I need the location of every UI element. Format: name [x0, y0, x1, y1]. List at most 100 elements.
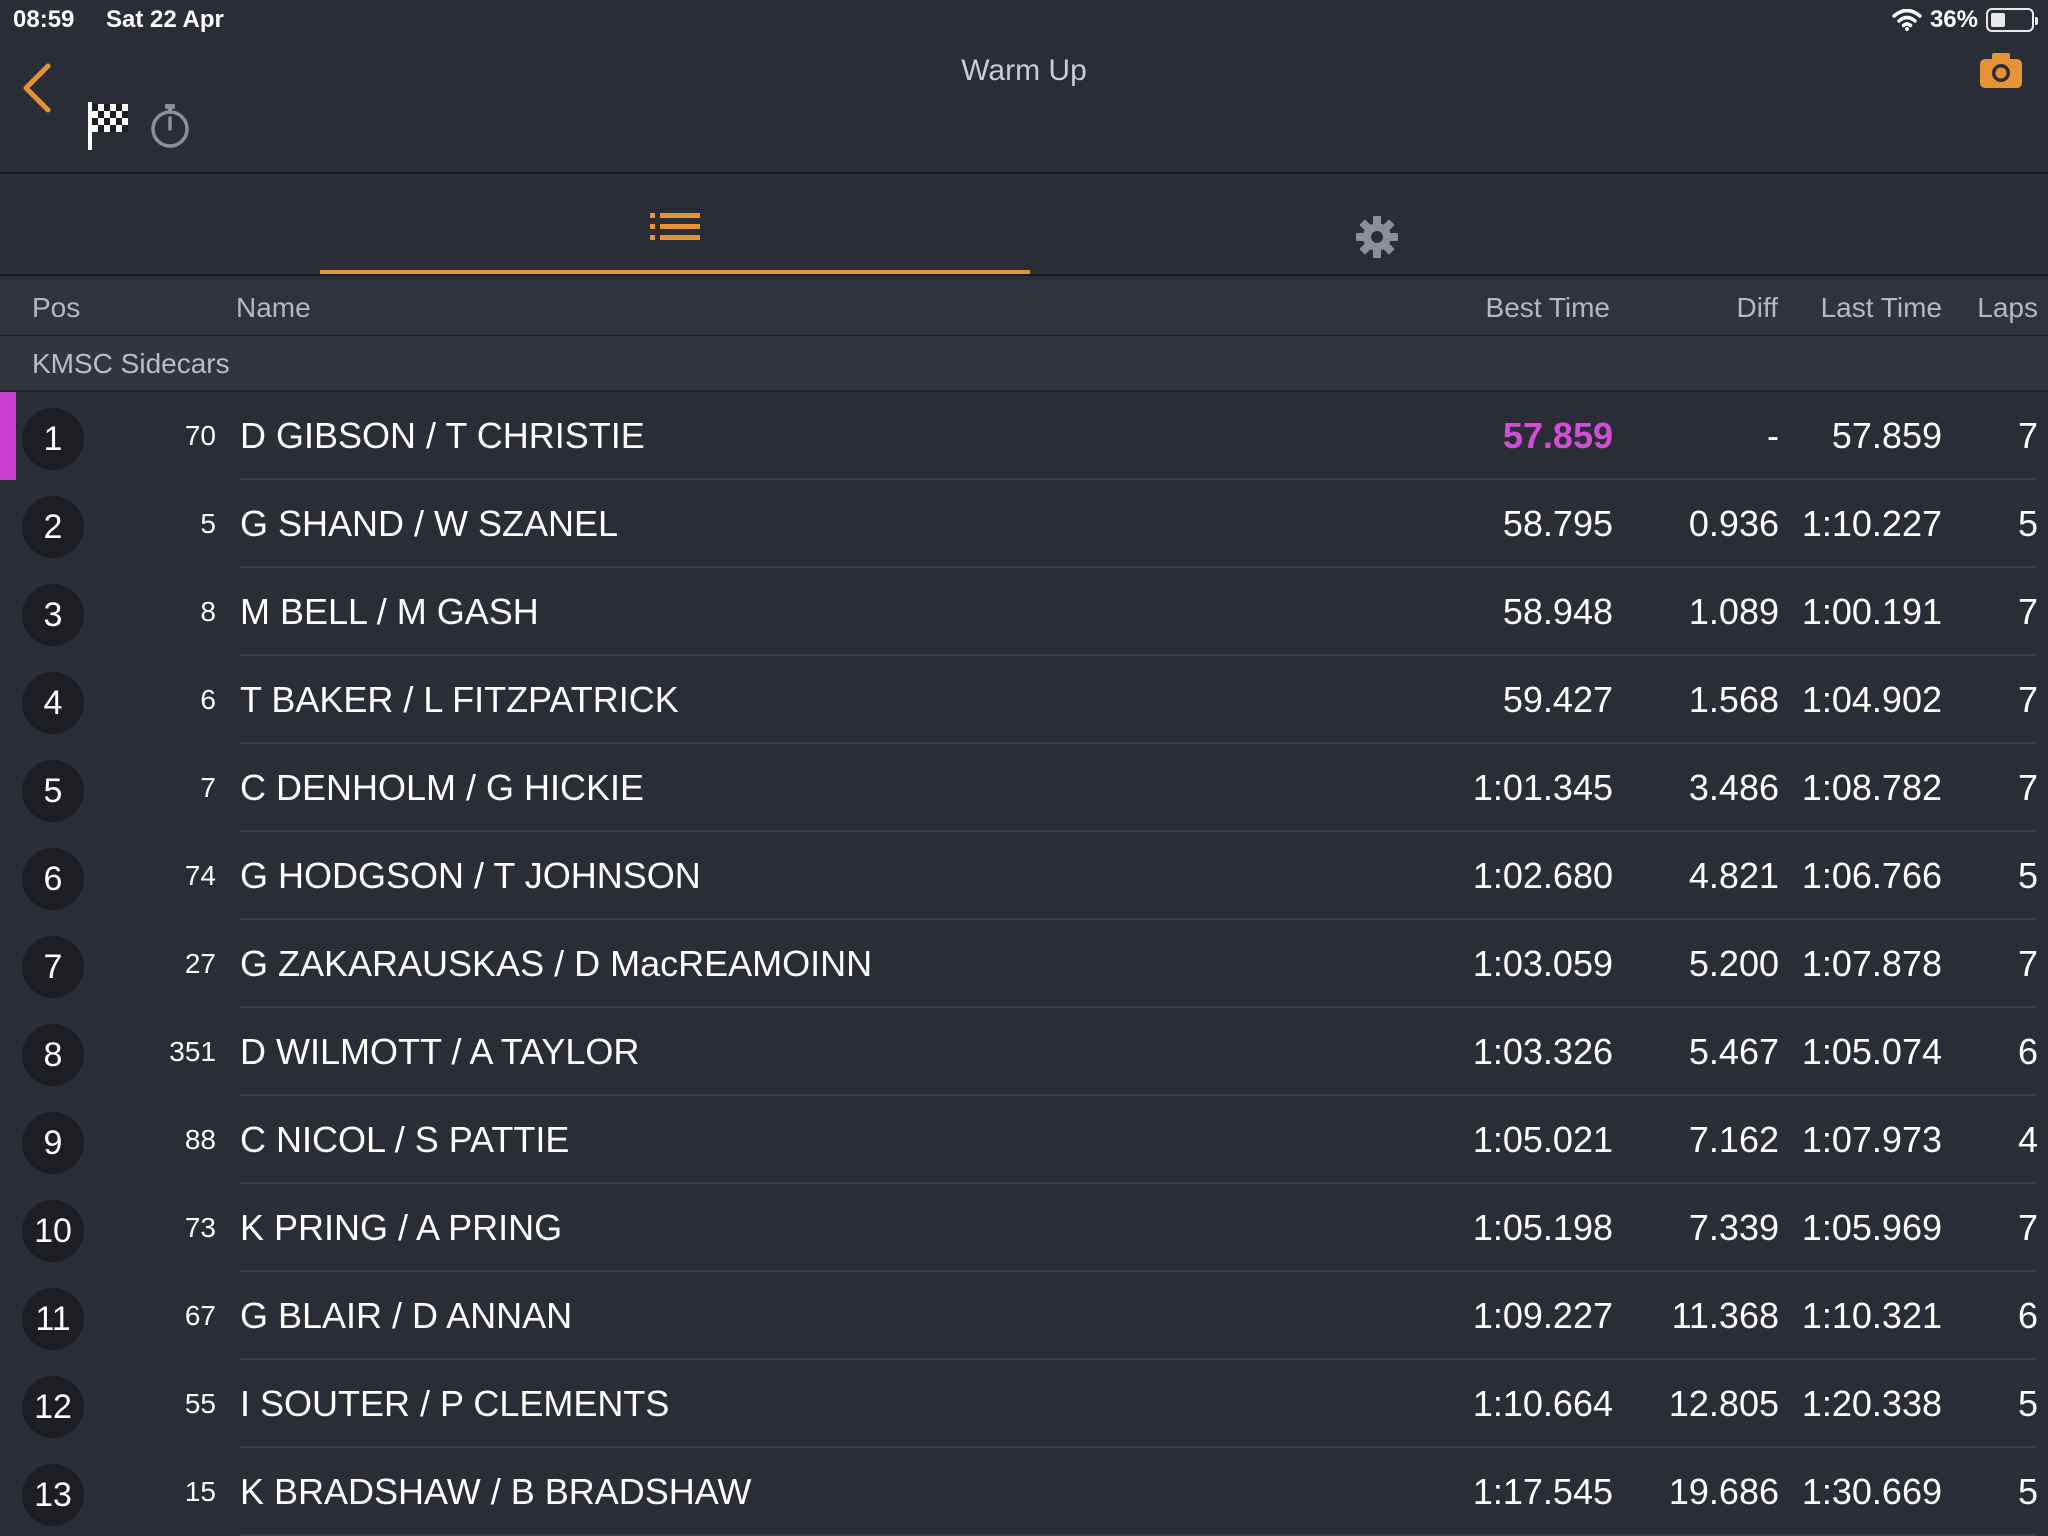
- position-badge: 13: [22, 1464, 84, 1526]
- diff-time: 4.821: [1688, 855, 1779, 896]
- position-badge: 11: [22, 1288, 84, 1350]
- last-time: 1:30.669: [1801, 1471, 1942, 1512]
- laps-count: 7: [2017, 415, 2038, 456]
- position-badge: 6: [22, 848, 84, 910]
- status-right: 36%: [1892, 6, 2038, 34]
- laps-count: 6: [2017, 1031, 2038, 1072]
- rider-names: C NICOL / S PATTIE: [240, 1119, 570, 1160]
- list-icon: [650, 213, 700, 240]
- class-section-header: KMSC Sidecars: [0, 336, 2048, 392]
- col-last-time[interactable]: Last Time: [1821, 292, 1942, 324]
- best-time: 1:17.545: [1472, 1471, 1613, 1512]
- table-row[interactable]: 7 27 G ZAKARAUSKAS / D MacREAMOINN 1:03.059…: [0, 920, 2048, 1008]
- table-row[interactable]: 10 73 K PRING / A PRING 1:05.198 7.339 1:05.9…: [0, 1184, 2048, 1272]
- table-row[interactable]: 3 8 M BELL / M GASH 58.948 1.089 1:00.191 7: [0, 568, 2048, 656]
- position-badge: 5: [22, 760, 84, 822]
- laps-count: 4: [2017, 1119, 2038, 1160]
- position-badge: 2: [22, 496, 84, 558]
- col-diff[interactable]: Diff: [1737, 292, 1779, 324]
- diff-time: 1.089: [1688, 591, 1779, 632]
- last-time: 1:04.902: [1801, 679, 1942, 720]
- nav-header: Warm Up: [0, 40, 2048, 174]
- laps-count: 5: [2017, 1471, 2038, 1512]
- table-row[interactable]: 9 88 C NICOL / S PATTIE 1:05.021 7.162 1:07.9…: [0, 1096, 2048, 1184]
- laps-count: 7: [2017, 943, 2038, 984]
- last-time: 1:10.227: [1801, 503, 1942, 544]
- race-number: 27: [184, 948, 216, 979]
- table-row[interactable]: 1 70 D GIBSON / T CHRISTIE 57.859 - 57.859 7: [0, 392, 2048, 480]
- camera-icon[interactable]: [1978, 50, 2024, 90]
- race-number: 8: [200, 596, 216, 627]
- last-time: 1:00.191: [1801, 591, 1942, 632]
- position-badge: 9: [22, 1112, 84, 1174]
- table-row[interactable]: 2 5 G SHAND / W SZANEL 58.795 0.936 1:10.227 5: [0, 480, 2048, 568]
- best-time: 1:10.664: [1472, 1383, 1613, 1424]
- laps-count: 7: [2017, 1207, 2038, 1248]
- last-time: 1:20.338: [1801, 1383, 1942, 1424]
- laps-count: 7: [2017, 767, 2038, 808]
- race-number: 67: [184, 1300, 216, 1331]
- diff-time: 19.686: [1668, 1471, 1779, 1512]
- diff-time: 0.936: [1688, 503, 1779, 544]
- diff-time: 7.162: [1688, 1119, 1779, 1160]
- diff-time: 5.467: [1688, 1031, 1779, 1072]
- stopwatch-icon[interactable]: [148, 102, 192, 150]
- results-table: 1 70 D GIBSON / T CHRISTIE 57.859 - 57.859 7 2 5…: [0, 392, 2048, 1536]
- rider-names: K PRING / A PRING: [240, 1207, 563, 1248]
- best-time: 1:01.345: [1472, 767, 1613, 808]
- last-time: 1:05.074: [1801, 1031, 1942, 1072]
- best-time: 1:05.021: [1472, 1119, 1613, 1160]
- position-badge: 10: [22, 1200, 84, 1262]
- race-number: 70: [184, 420, 216, 451]
- last-time: 1:07.878: [1801, 943, 1942, 984]
- last-time: 1:05.969: [1801, 1207, 1942, 1248]
- rider-names: T BAKER / L FITZPATRICK: [240, 679, 679, 720]
- col-name[interactable]: Name: [236, 292, 311, 324]
- table-row[interactable]: 12 55 I SOUTER / P CLEMENTS 1:10.664 12.805 1…: [0, 1360, 2048, 1448]
- page-title: Warm Up: [961, 54, 1087, 87]
- rider-names: G ZAKARAUSKAS / D MacREAMOINN: [240, 943, 873, 984]
- col-pos[interactable]: Pos: [32, 292, 80, 324]
- table-row[interactable]: 11 67 G BLAIR / D ANNAN 1:09.227 11.368 1:10.…: [0, 1272, 2048, 1360]
- checkered-flag-icon[interactable]: [86, 100, 132, 152]
- diff-time: 5.200: [1688, 943, 1779, 984]
- column-headers: Pos Name Best Time Diff Last Time Laps: [0, 280, 2048, 336]
- rider-names: G HODGSON / T JOHNSON: [240, 855, 701, 896]
- race-number: 351: [169, 1036, 216, 1067]
- best-time: 1:02.680: [1472, 855, 1613, 896]
- position-badge: 12: [22, 1376, 84, 1438]
- battery-fill: [1991, 13, 2005, 27]
- laps-count: 5: [2017, 503, 2038, 544]
- diff-time: -: [1767, 415, 1779, 456]
- tab-settings[interactable]: [1030, 176, 1723, 274]
- wifi-icon: [1892, 9, 1922, 31]
- laps-count: 7: [2017, 679, 2038, 720]
- rider-names: D WILMOTT / A TAYLOR: [240, 1031, 640, 1072]
- race-number: 15: [184, 1476, 216, 1507]
- col-laps[interactable]: Laps: [1977, 292, 2038, 324]
- status-date: Sat 22 Apr: [106, 6, 224, 33]
- table-row[interactable]: 5 7 C DENHOLM / G HICKIE 1:01.345 3.486 1:08.…: [0, 744, 2048, 832]
- last-time: 1:10.321: [1801, 1295, 1942, 1336]
- position-badge: 7: [22, 936, 84, 998]
- position-badge: 3: [22, 584, 84, 646]
- gear-icon: [1355, 216, 1398, 258]
- laps-count: 5: [2017, 1383, 2038, 1424]
- position-badge: 8: [22, 1024, 84, 1086]
- table-row[interactable]: 6 74 G HODGSON / T JOHNSON 1:02.680 4.821 1:0…: [0, 832, 2048, 920]
- col-best-time[interactable]: Best Time: [1486, 292, 1610, 324]
- diff-time: 12.805: [1668, 1383, 1779, 1424]
- diff-time: 11.368: [1671, 1295, 1779, 1336]
- diff-time: 1.568: [1688, 679, 1779, 720]
- diff-time: 3.486: [1688, 767, 1779, 808]
- last-time: 57.859: [1831, 415, 1942, 456]
- race-number: 55: [184, 1388, 216, 1419]
- table-row[interactable]: 8 351 D WILMOTT / A TAYLOR 1:03.326 5.467 1:0…: [0, 1008, 2048, 1096]
- table-row[interactable]: 4 6 T BAKER / L FITZPATRICK 59.427 1.568 1:04…: [0, 656, 2048, 744]
- table-row[interactable]: 13 15 K BRADSHAW / B BRADSHAW 1:17.545 19.68…: [0, 1448, 2048, 1536]
- tab-list[interactable]: [320, 176, 1030, 274]
- best-time: 1:05.198: [1472, 1207, 1613, 1248]
- best-time: 59.427: [1502, 679, 1613, 720]
- rider-names: M BELL / M GASH: [240, 591, 539, 632]
- best-time: 1:03.326: [1472, 1031, 1613, 1072]
